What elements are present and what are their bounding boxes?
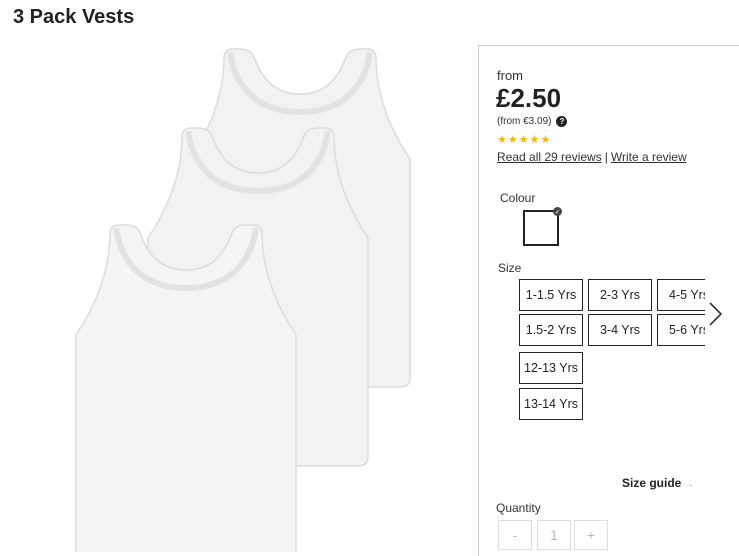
- price: £2.50: [496, 83, 562, 113]
- size-guide-label: Size guide: [622, 476, 682, 490]
- size-option-12-13[interactable]: 12-13 Yrs: [519, 352, 583, 384]
- size-option-13-14[interactable]: 13-14 Yrs: [519, 388, 583, 420]
- size-option-4-5[interactable]: 4-5 Yrs: [657, 279, 705, 311]
- write-review-link[interactable]: Write a review: [611, 150, 687, 164]
- product-image[interactable]: [40, 42, 460, 552]
- size-option-5-6[interactable]: 5-6 Yrs: [657, 314, 705, 346]
- star-rating: ★★★★★: [497, 134, 552, 146]
- colour-label: Colour: [500, 191, 536, 205]
- help-icon[interactable]: ?: [556, 116, 568, 127]
- alt-price-text: (from €3.09): [497, 116, 552, 127]
- size-guide-link[interactable]: Size guide →: [622, 476, 694, 490]
- quantity-increment-button[interactable]: +: [574, 520, 608, 550]
- colour-swatch-white[interactable]: ✓: [523, 207, 562, 246]
- arrow-right-icon: →: [684, 479, 695, 490]
- reviews-links: Read all 29 reviews | Write a review: [497, 150, 687, 164]
- quantity-label: Quantity: [496, 501, 541, 515]
- check-icon: ✓: [553, 207, 562, 216]
- quantity-input[interactable]: 1: [537, 520, 571, 550]
- size-option-2-3[interactable]: 2-3 Yrs: [588, 279, 652, 311]
- alt-currency-price: (from €3.09) ?: [497, 116, 568, 127]
- product-info-panel: from £2.50 (from €3.09) ? ★★★★★ Read all…: [478, 45, 739, 556]
- page-title: 3 Pack Vests: [13, 6, 135, 28]
- price-from-label: from: [497, 68, 523, 83]
- size-option-1-1.5[interactable]: 1-1.5 Yrs: [519, 279, 583, 311]
- size-option-1.5-2[interactable]: 1.5-2 Yrs: [519, 314, 583, 346]
- chevron-right-icon[interactable]: [705, 301, 725, 327]
- vests-illustration: [75, 48, 411, 552]
- size-options: 1-1.5 Yrs 2-3 Yrs 4-5 Yrs 1.5-2 Yrs 3-4 …: [519, 279, 705, 429]
- quantity-decrement-button[interactable]: -: [498, 520, 532, 550]
- size-option-3-4[interactable]: 3-4 Yrs: [588, 314, 652, 346]
- read-reviews-link[interactable]: Read all 29 reviews: [497, 150, 602, 164]
- size-label: Size: [498, 261, 522, 275]
- reviews-separator: |: [604, 150, 608, 164]
